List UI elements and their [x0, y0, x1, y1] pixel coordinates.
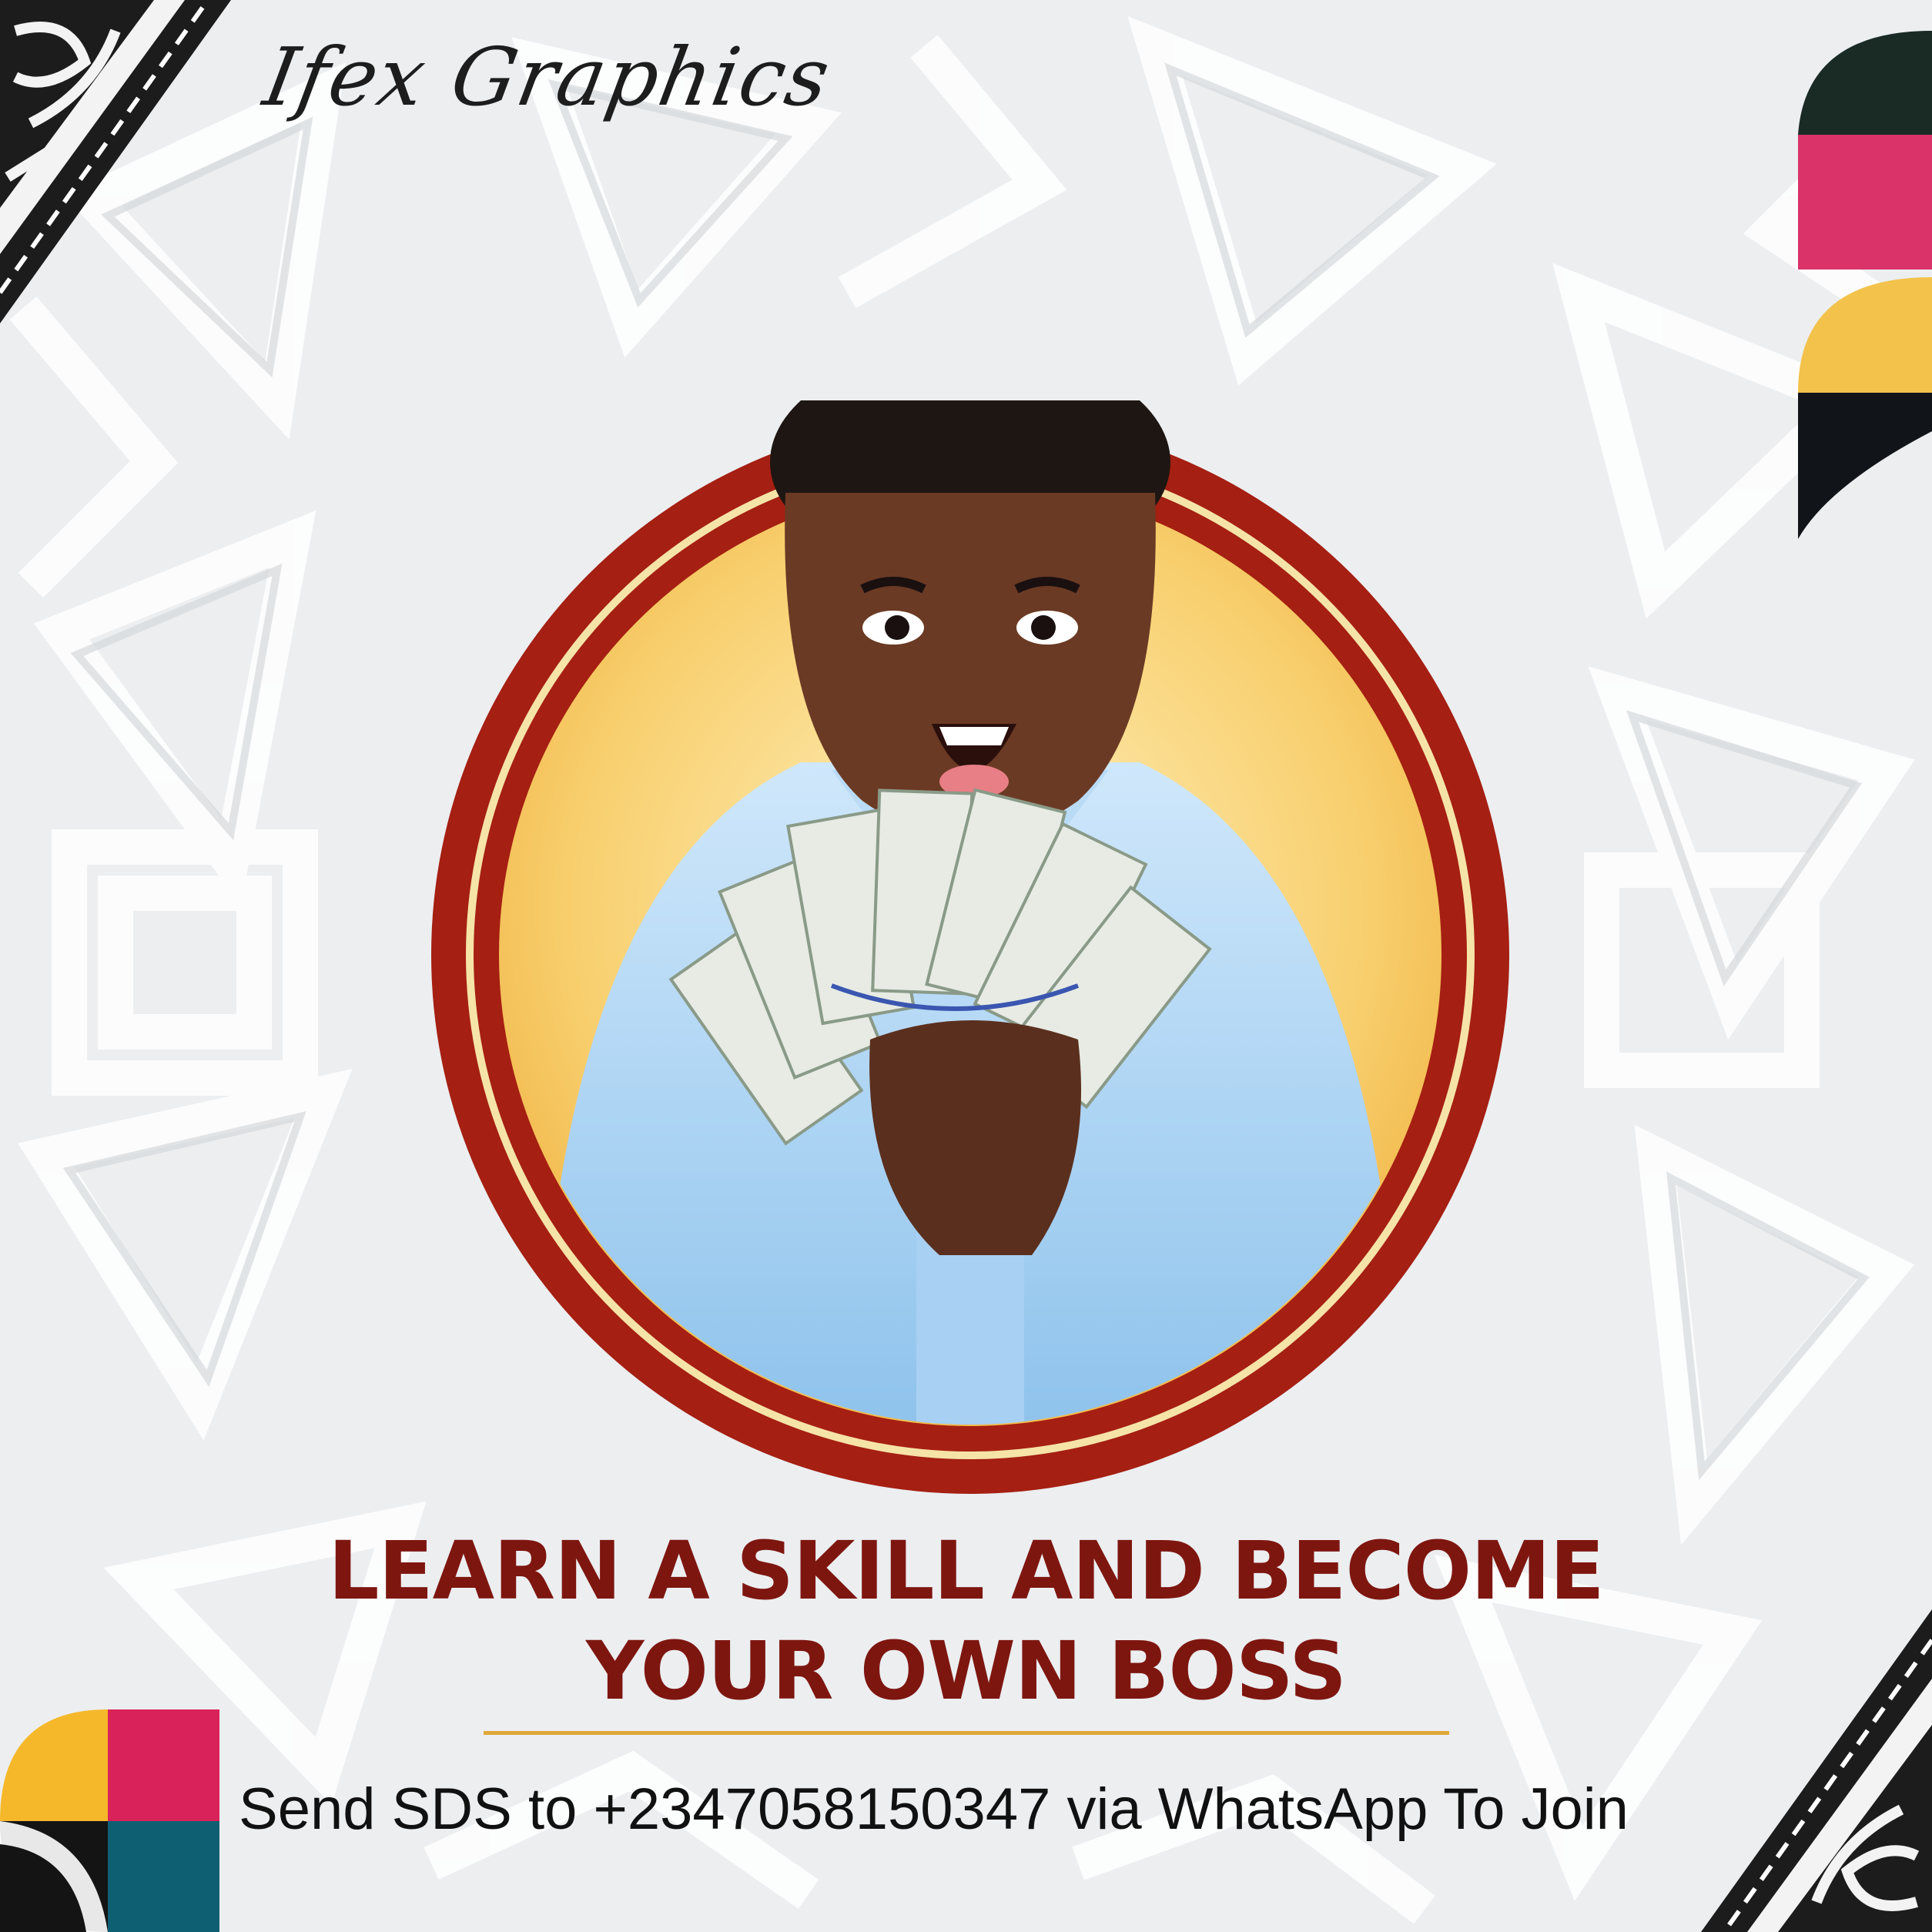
top-left-tribal-corner	[0, 0, 231, 323]
whatsapp-cta-text: Send SDS to +2347058150347 via WhatsApp …	[239, 1776, 1629, 1842]
top-right-color-shapes	[1798, 31, 1932, 539]
gold-divider	[484, 1731, 1449, 1735]
hero-circular-badge	[431, 400, 1509, 1494]
bottom-left-color-shapes	[0, 1709, 219, 1932]
headline-line-1: LEARN A SKILL AND BECOME	[328, 1524, 1604, 1618]
headline-line-2: YOUR OWN BOSS	[586, 1624, 1347, 1718]
brand-signature: Ifex Graphics	[257, 30, 838, 124]
